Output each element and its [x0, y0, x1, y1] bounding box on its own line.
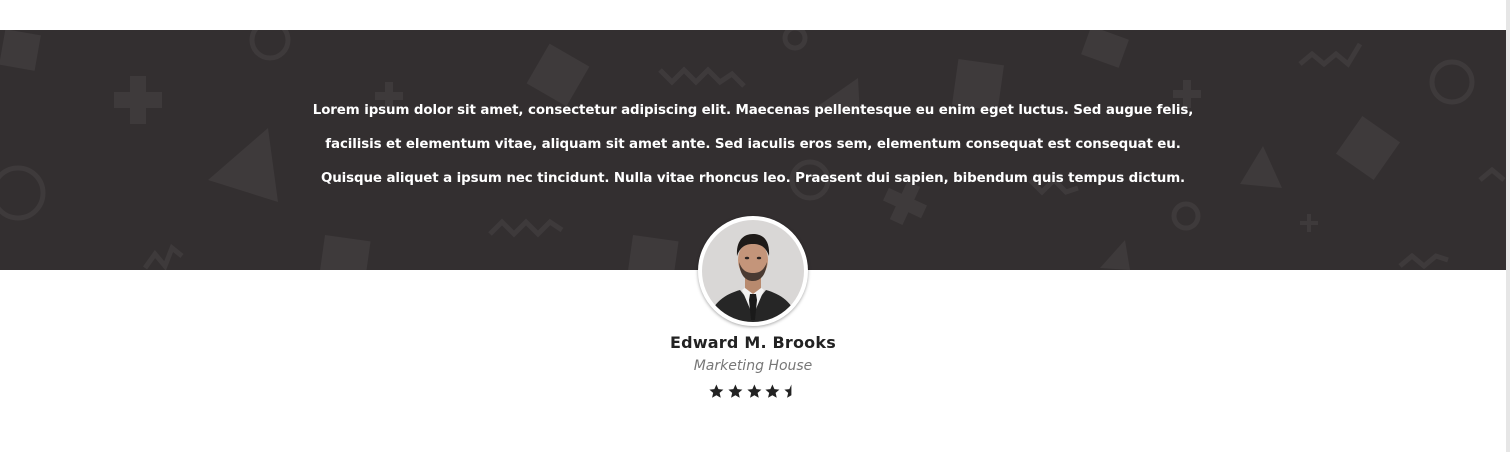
quote-line: Quisque aliquet a ipsum nec tincidunt. N…	[320, 171, 1186, 186]
testimonial-page: Lorem ipsum dolor sit amet, consectetur …	[0, 0, 1510, 452]
quote-line: Lorem ipsum dolor sit amet, consectetur …	[312, 103, 1194, 118]
star-rating	[708, 383, 800, 401]
star-half-icon	[784, 384, 792, 398]
star-icon	[709, 384, 724, 398]
quote-line: facilisis et elementum vitae, aliquam si…	[325, 137, 1181, 152]
page-scrollbar[interactable]	[1506, 0, 1510, 452]
star-icon	[746, 384, 761, 398]
testimonial-quote: Lorem ipsum dolor sit amet, consectetur …	[303, 94, 1203, 196]
author-avatar	[698, 216, 808, 326]
author-photo	[702, 220, 804, 322]
star-icon	[765, 384, 780, 398]
author-name: Edward M. Brooks	[670, 333, 836, 352]
author-company: Marketing House	[693, 358, 813, 374]
star-icon	[728, 384, 743, 398]
